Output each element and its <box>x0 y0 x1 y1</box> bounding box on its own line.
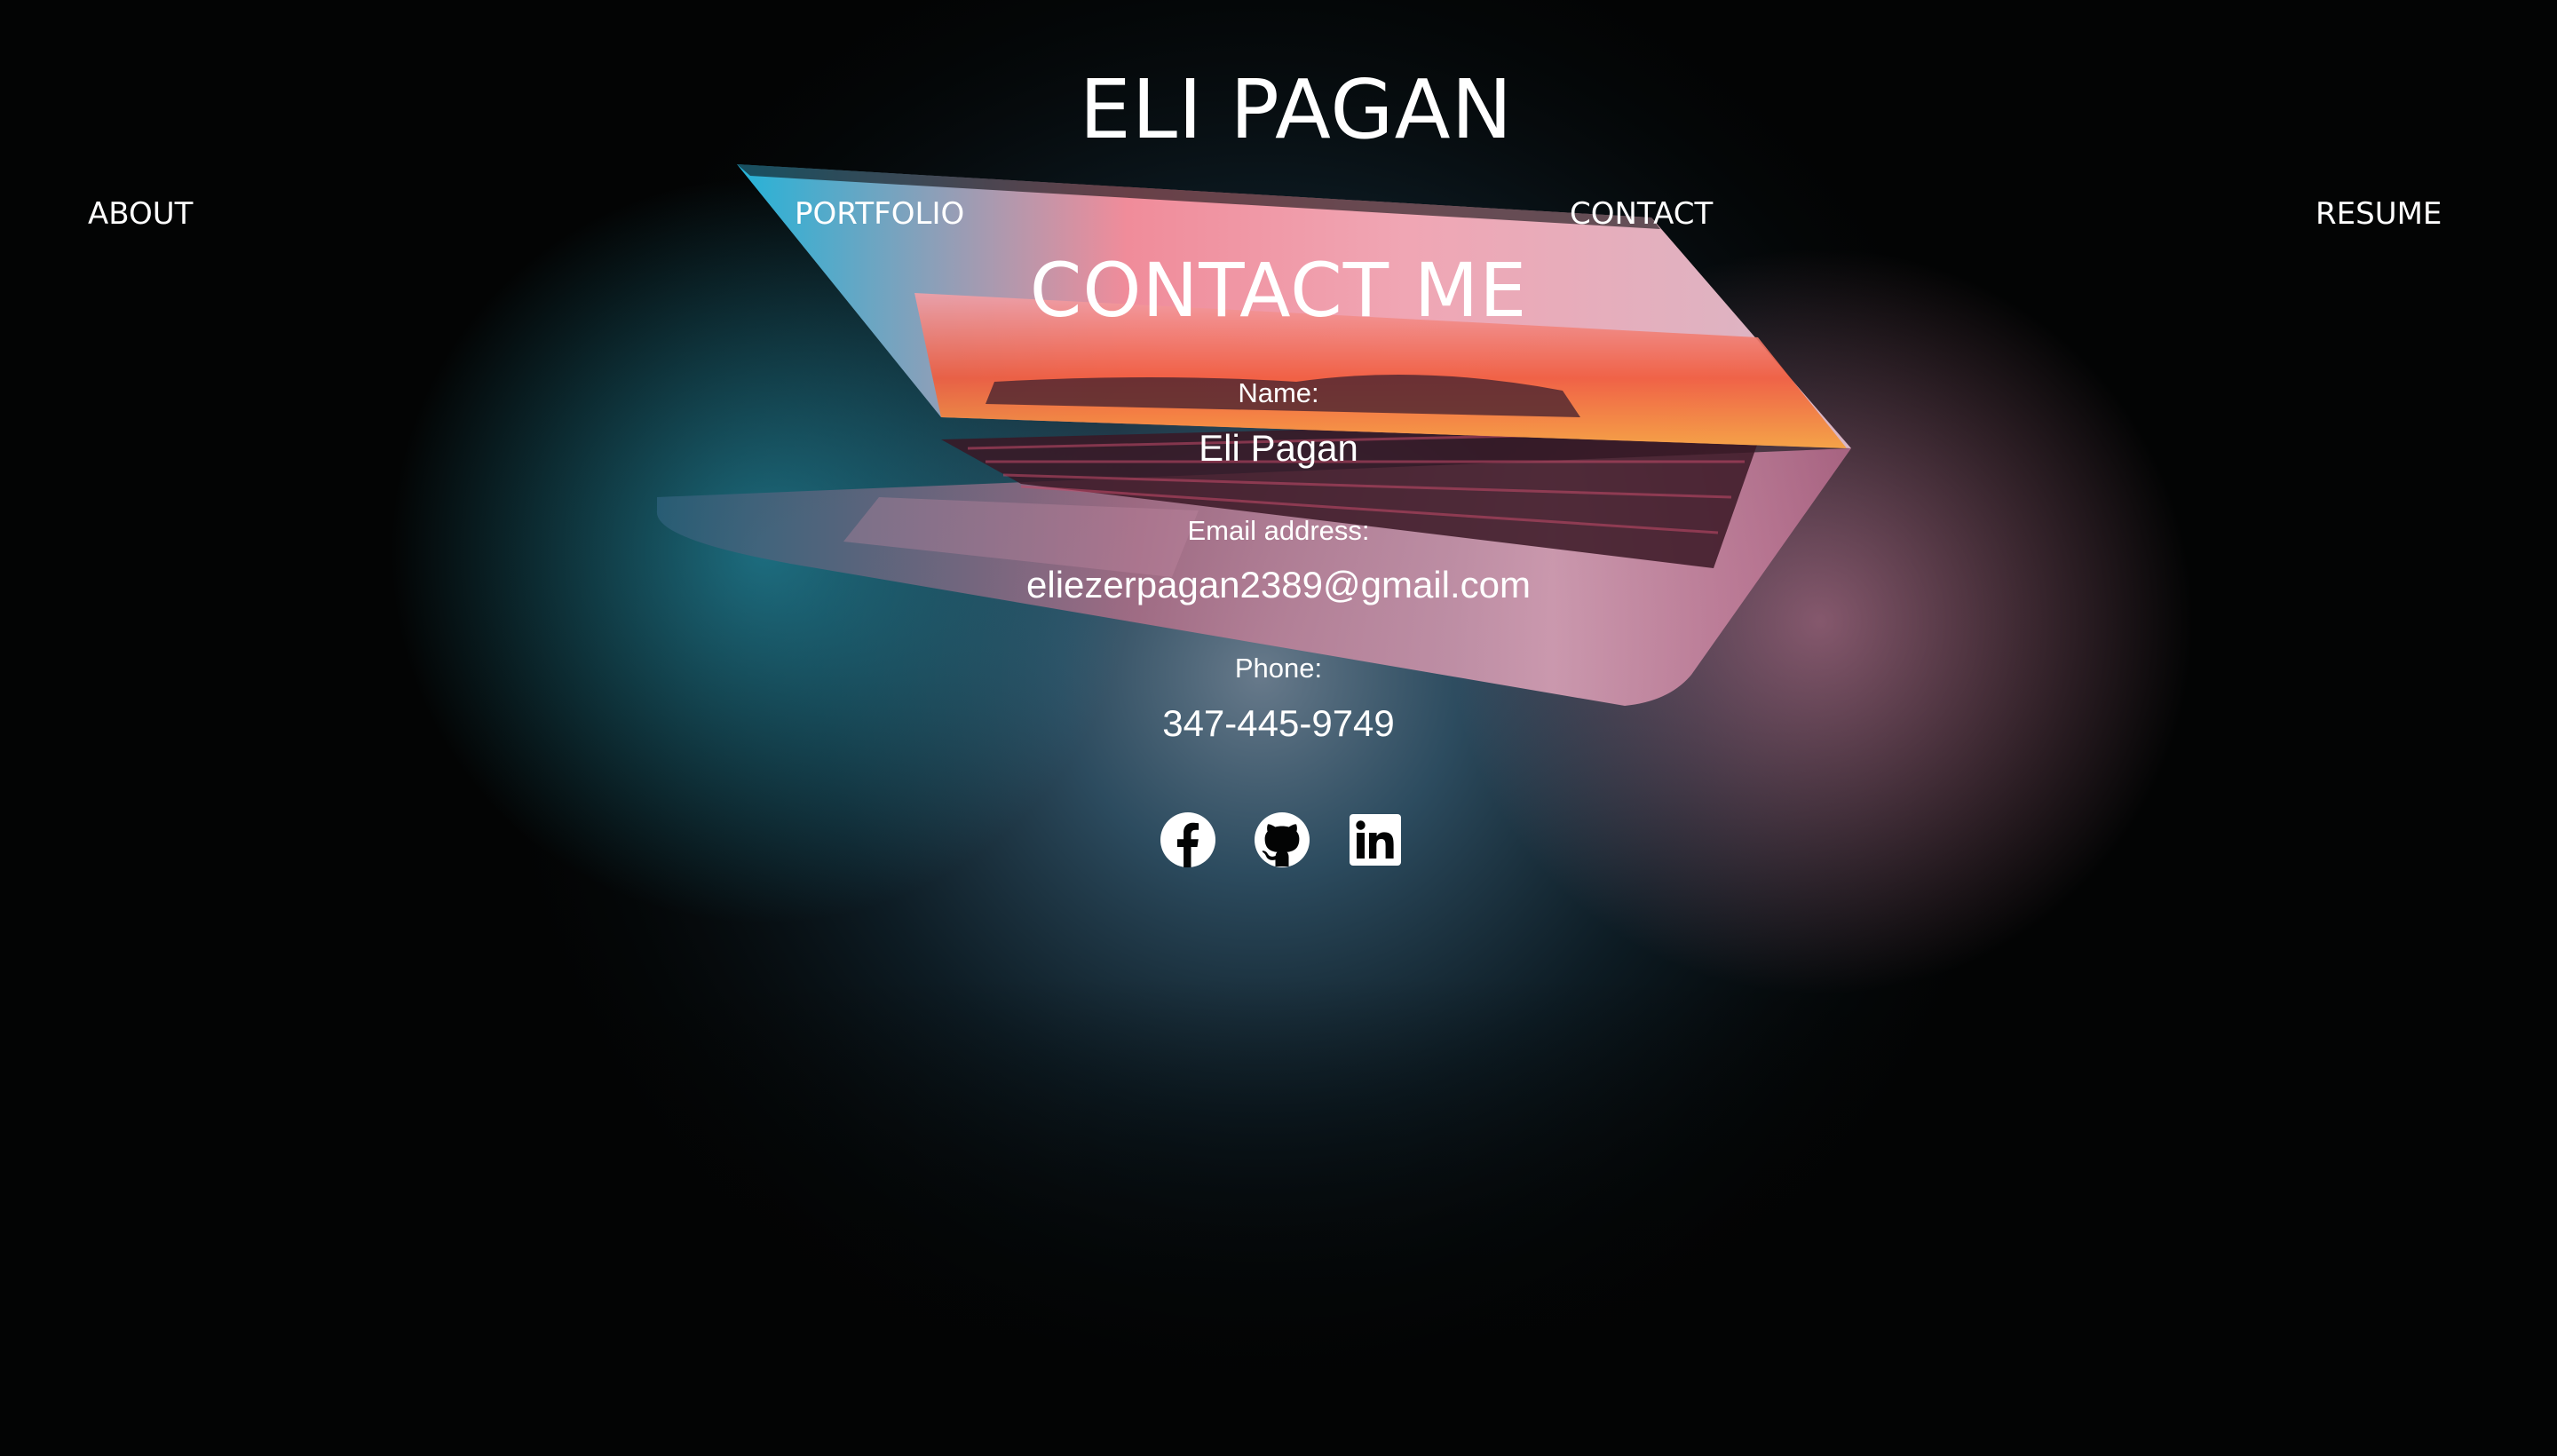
nav-link-resume[interactable]: RESUME <box>2316 189 2442 239</box>
phone-label: Phone: <box>1234 653 1323 684</box>
github-icon[interactable] <box>1254 811 1310 868</box>
email-label: Email address: <box>1187 515 1370 546</box>
linkedin-icon[interactable] <box>1347 811 1404 868</box>
main-nav: ABOUT PORTFOLIO CONTACT RESUME <box>0 189 2557 239</box>
facebook-icon[interactable] <box>1160 811 1216 868</box>
social-links <box>1160 811 1401 870</box>
contact-heading: CONTACT ME <box>1029 247 1528 334</box>
nav-link-about[interactable]: ABOUT <box>88 189 193 239</box>
name-label: Name: <box>1238 377 1319 408</box>
name-value: Eli Pagan <box>1199 427 1358 469</box>
nav-link-contact[interactable]: CONTACT <box>1570 189 1713 239</box>
nav-link-portfolio[interactable]: PORTFOLIO <box>795 189 964 239</box>
phone-value[interactable]: 347-445-9749 <box>0 700 2557 748</box>
email-value[interactable]: eliezerpagan2389@gmail.com <box>0 561 2557 609</box>
site-title: ELI PAGAN <box>1079 62 1514 157</box>
